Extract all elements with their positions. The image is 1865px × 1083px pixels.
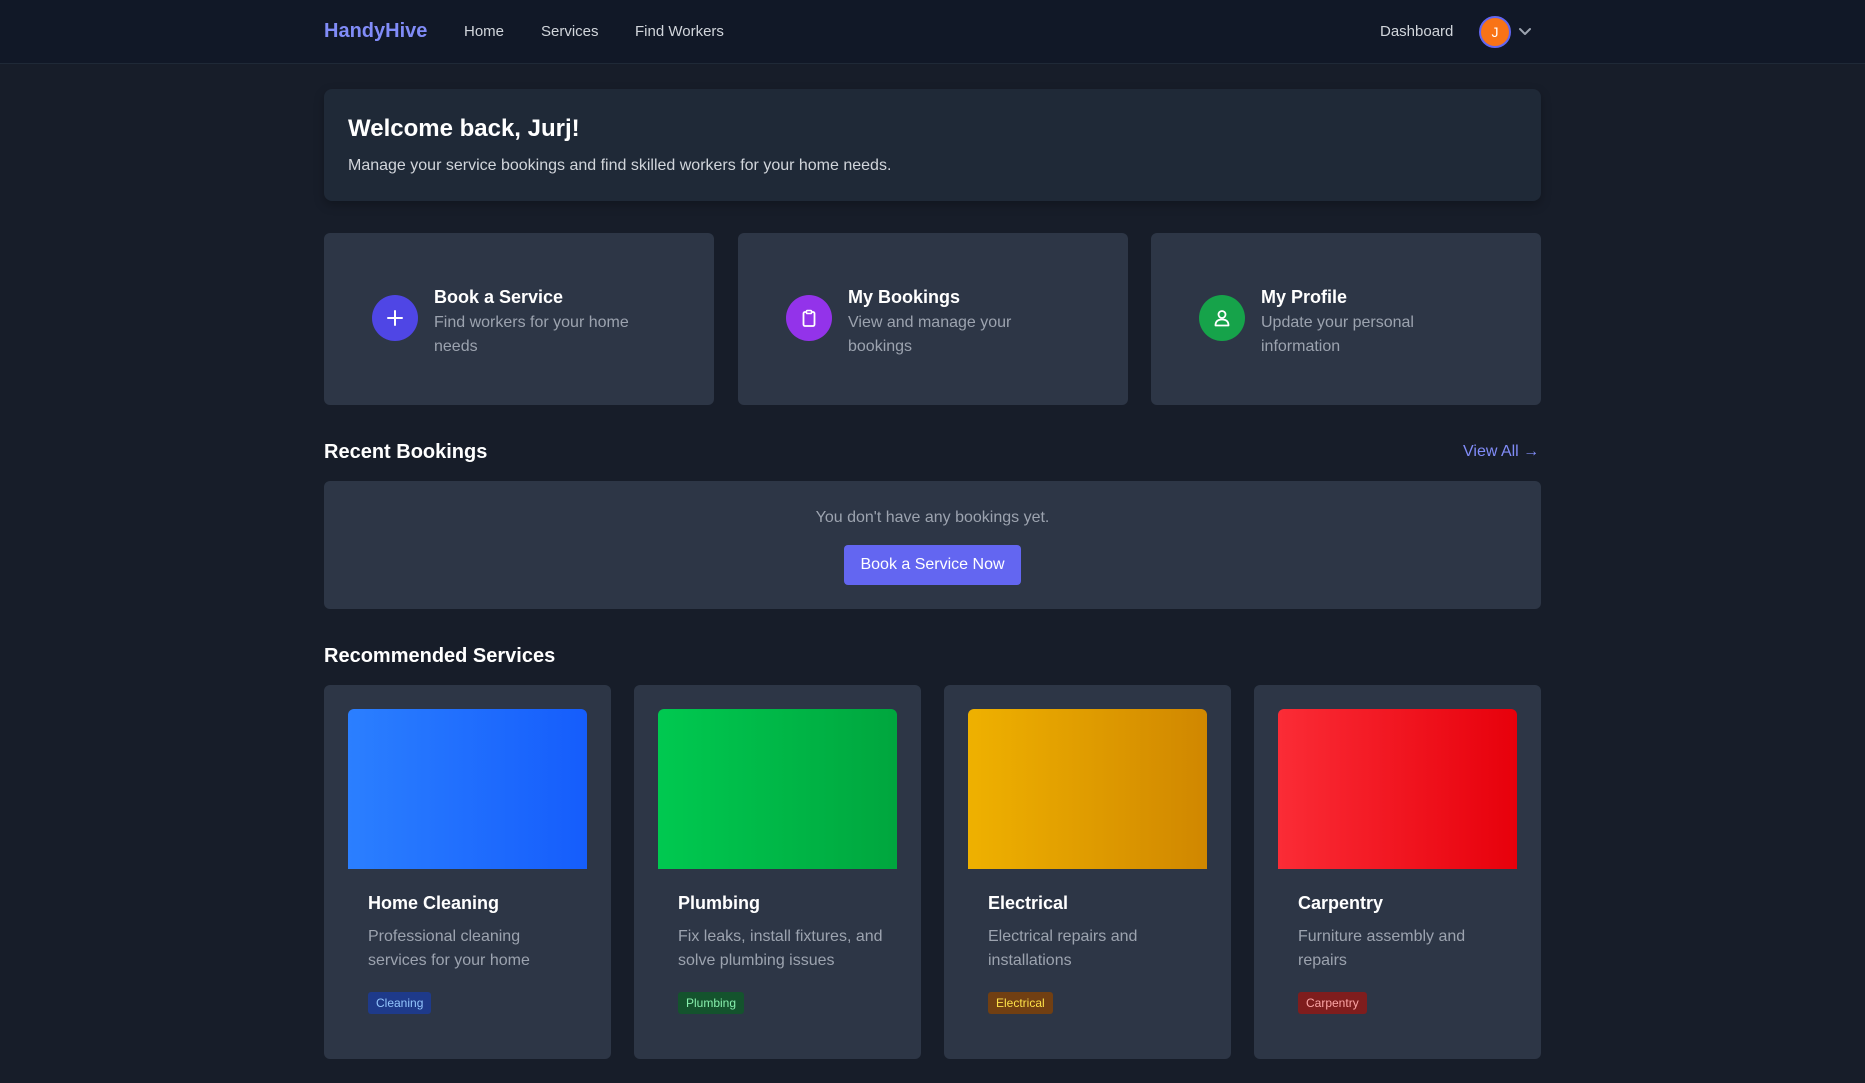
service-card-plumbing[interactable]: Plumbing Fix leaks, install fixtures, an… <box>634 685 921 1059</box>
service-image <box>968 709 1207 869</box>
brand-logo[interactable]: HandyHive <box>324 20 427 43</box>
top-navbar: HandyHive Home Services Find Workers Das… <box>0 0 1865 64</box>
recent-bookings-panel: You don't have any bookings yet. Book a … <box>324 481 1541 609</box>
service-tag: Carpentry <box>1298 992 1367 1014</box>
service-tag: Cleaning <box>368 992 432 1014</box>
service-tag: Plumbing <box>678 992 745 1014</box>
empty-state-text: You don't have any bookings yet. <box>815 509 1050 526</box>
service-description: Fix leaks, install fixtures, and solve p… <box>678 928 883 969</box>
book-service-now-button[interactable]: Book a Service Now <box>844 545 1021 585</box>
my-profile-card[interactable]: My Profile Update your personal informat… <box>1151 233 1541 405</box>
nav-link-services[interactable]: Services <box>541 23 599 40</box>
welcome-banner: Welcome back, Jurj! Manage your service … <box>324 89 1541 201</box>
user-icon <box>1199 295 1245 341</box>
clipboard-icon <box>786 295 832 341</box>
service-description: Professional cleaning services for your … <box>368 928 530 969</box>
card-description: Update your personal information <box>1261 314 1414 355</box>
service-image <box>1278 709 1517 869</box>
service-name: Carpentry <box>1298 893 1384 913</box>
card-title: My Profile <box>1261 287 1348 307</box>
card-title: Book a Service <box>434 287 564 307</box>
service-name: Home Cleaning <box>368 893 500 913</box>
service-image <box>348 709 587 869</box>
nav-link-home[interactable]: Home <box>464 23 504 40</box>
service-description: Electrical repairs and installations <box>988 928 1138 969</box>
card-description: Find workers for your home needs <box>434 314 629 355</box>
card-description: View and manage your bookings <box>848 314 1012 355</box>
nav-link-dashboard[interactable]: Dashboard <box>1380 23 1453 40</box>
card-title: My Bookings <box>848 287 961 307</box>
service-card-home-cleaning[interactable]: Home Cleaning Professional cleaning serv… <box>324 685 611 1059</box>
service-tag: Electrical <box>988 992 1053 1014</box>
service-description: Furniture assembly and repairs <box>1298 928 1466 969</box>
book-service-card[interactable]: Book a Service Find workers for your hom… <box>324 233 714 405</box>
nav-link-find-workers[interactable]: Find Workers <box>635 23 724 40</box>
my-bookings-card[interactable]: My Bookings View and manage your booking… <box>738 233 1128 405</box>
welcome-title: Welcome back, Jurj! <box>348 115 580 142</box>
view-all-link[interactable]: View All → <box>1463 443 1539 461</box>
plus-icon <box>372 295 418 341</box>
service-name: Plumbing <box>678 893 760 913</box>
recent-bookings-heading: Recent Bookings <box>324 441 488 463</box>
service-card-electrical[interactable]: Electrical Electrical repairs and instal… <box>944 685 1231 1059</box>
service-image <box>658 709 897 869</box>
recommended-services-heading: Recommended Services <box>324 645 556 667</box>
service-card-carpentry[interactable]: Carpentry Furniture assembly and repairs… <box>1254 685 1541 1059</box>
avatar[interactable]: J <box>1479 16 1511 48</box>
welcome-subtitle: Manage your service bookings and find sk… <box>348 157 892 174</box>
chevron-down-icon[interactable] <box>1517 23 1533 39</box>
service-name: Electrical <box>988 893 1069 913</box>
